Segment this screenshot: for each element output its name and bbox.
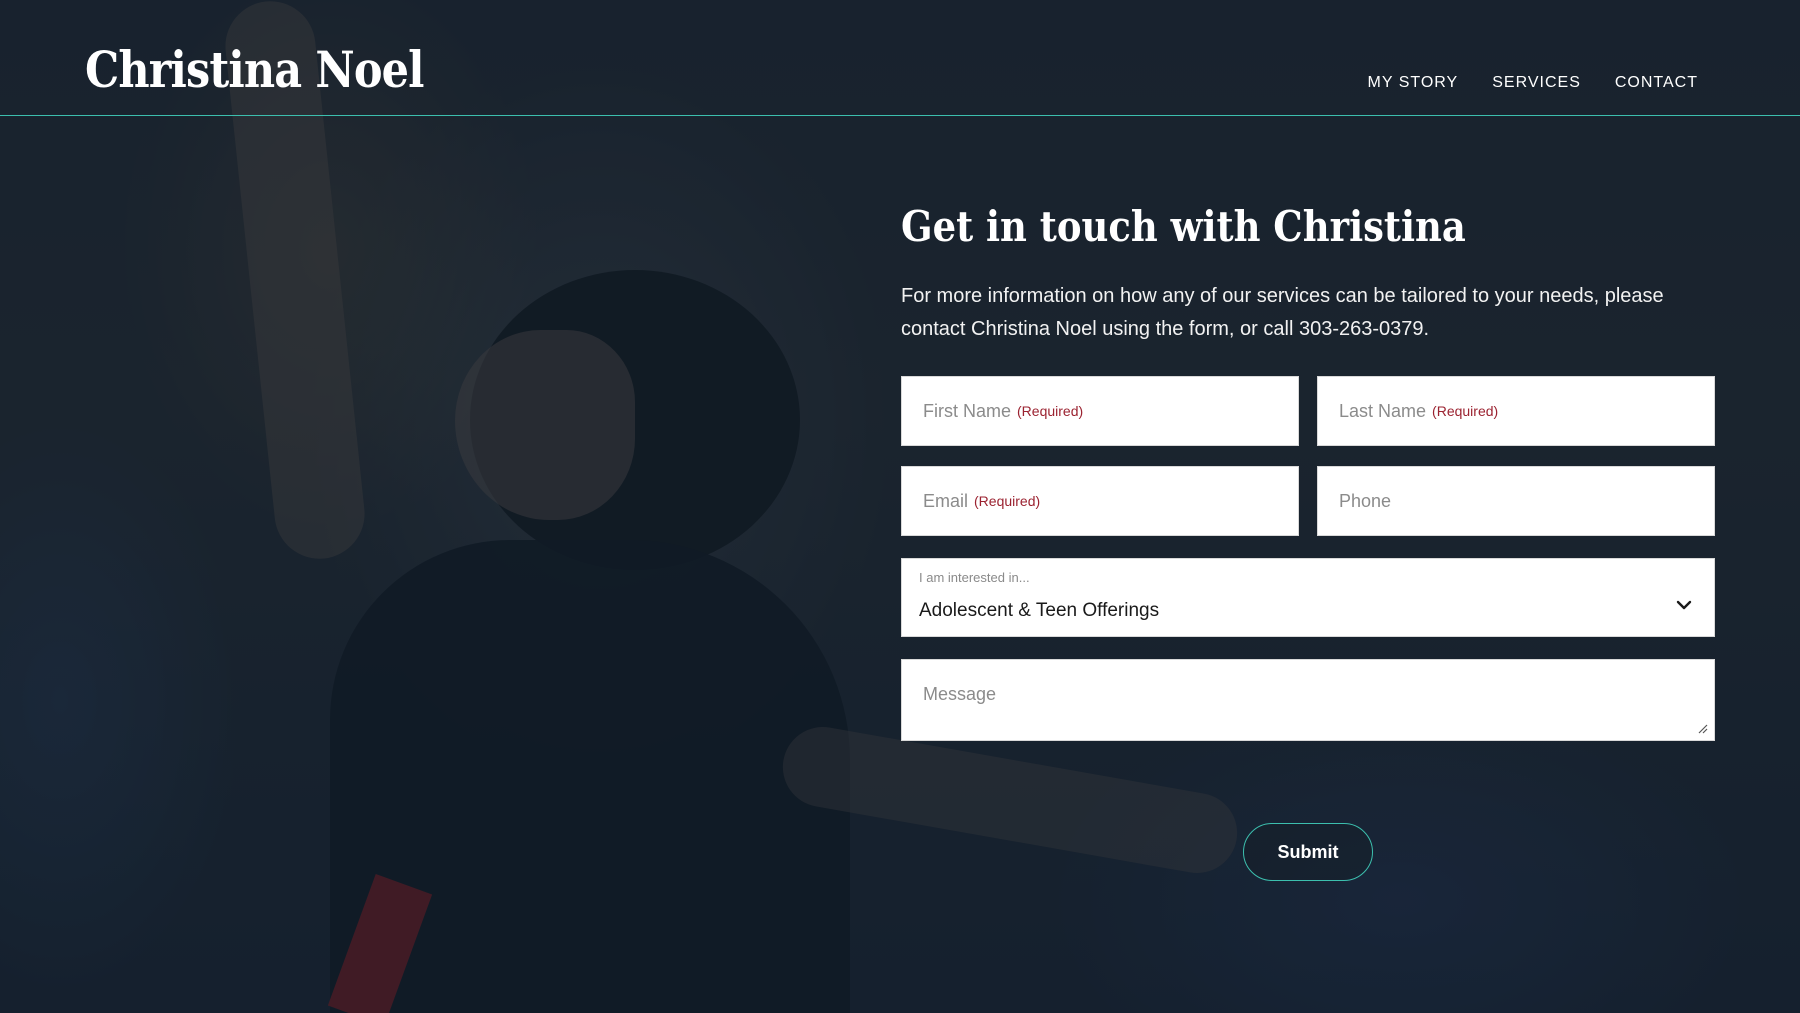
interest-select[interactable]: I am interested in... Adolescent & Teen … <box>901 558 1715 637</box>
resize-handle-icon[interactable] <box>1696 722 1708 734</box>
contact-row: Email (Required) Phone <box>901 466 1715 536</box>
last-name-field[interactable]: Last Name (Required) <box>1317 376 1715 446</box>
nav-contact[interactable]: CONTACT <box>1615 74 1698 92</box>
name-row: First Name (Required) Last Name (Require… <box>901 376 1715 446</box>
required-marker: (Required) <box>1017 403 1084 419</box>
first-name-placeholder: First Name <box>923 400 1012 421</box>
interest-label: I am interested in... <box>919 570 1030 585</box>
required-marker: (Required) <box>974 493 1041 509</box>
chevron-down-icon <box>1676 600 1692 610</box>
submit-button[interactable]: Submit <box>1243 823 1373 881</box>
nav-services[interactable]: SERVICES <box>1492 74 1581 92</box>
email-placeholder: Email <box>923 490 969 511</box>
message-field[interactable]: Message <box>901 659 1715 741</box>
page-title: Get in touch with Christina <box>901 202 1466 251</box>
interest-value: Adolescent & Teen Offerings <box>919 600 1160 621</box>
site-logo[interactable]: Christina Noel <box>85 40 424 99</box>
message-placeholder: Message <box>923 684 997 704</box>
phone-field[interactable]: Phone <box>1317 466 1715 536</box>
last-name-placeholder: Last Name <box>1339 400 1427 421</box>
nav-my-story[interactable]: MY STORY <box>1368 74 1459 92</box>
required-marker: (Required) <box>1432 403 1499 419</box>
email-field[interactable]: Email (Required) <box>901 466 1299 536</box>
site-header: Christina Noel MY STORY SERVICES CONTACT <box>0 0 1800 116</box>
main-nav: MY STORY SERVICES CONTACT <box>1368 74 1698 92</box>
intro-text: For more information on how any of our s… <box>901 285 1664 340</box>
first-name-field[interactable]: First Name (Required) <box>901 376 1299 446</box>
phone-placeholder: Phone <box>1339 490 1392 511</box>
contact-section: Get in touch with Christina For more inf… <box>901 200 1715 881</box>
submit-area: Submit <box>901 823 1715 881</box>
